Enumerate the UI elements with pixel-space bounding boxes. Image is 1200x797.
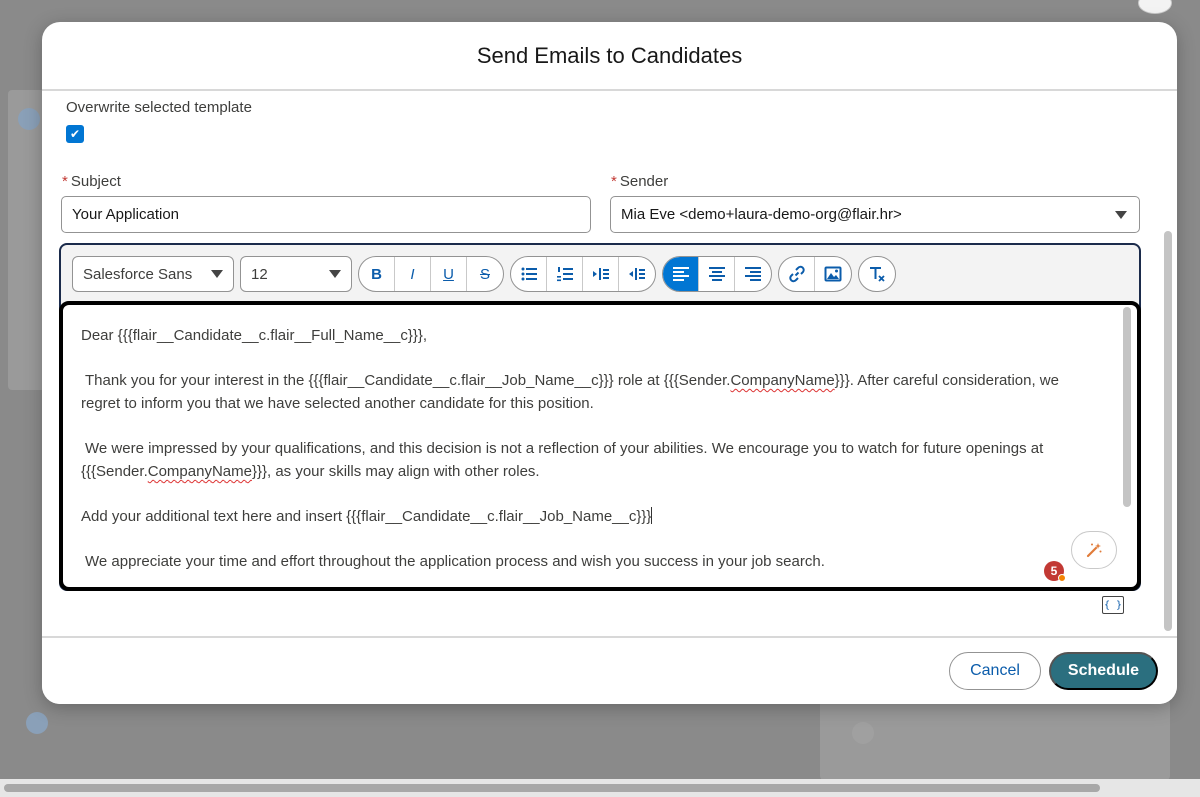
- sender-label-text: Sender: [619, 173, 669, 190]
- outdent-button[interactable]: [619, 257, 655, 291]
- editor-scrollbar[interactable]: [1123, 307, 1131, 507]
- rich-text-editor: Salesforce Sans 12 B I U S Dear {{{flair…: [59, 243, 1141, 591]
- italic-icon: I: [410, 265, 415, 283]
- sender-value: Mia Eve <demo+laura-demo-org@flair.hr>: [621, 206, 902, 223]
- subject-input[interactable]: Your Application: [61, 196, 591, 233]
- insert-link-button[interactable]: [779, 257, 815, 291]
- align-left-button[interactable]: [663, 257, 699, 291]
- align-center-button[interactable]: [699, 257, 735, 291]
- email-body-editor[interactable]: Dear {{{flair__Candidate__c.flair__Full_…: [59, 301, 1141, 591]
- text-style-group: B I U S: [358, 256, 504, 292]
- spellcheck-word[interactable]: CompanyName: [730, 372, 834, 389]
- italic-button[interactable]: I: [395, 257, 431, 291]
- bulleted-list-button[interactable]: [511, 257, 547, 291]
- chevron-down-icon: [329, 270, 341, 278]
- body-text: Add your additional text here and insert…: [81, 508, 652, 525]
- align-right-icon: [745, 267, 761, 281]
- font-size-value: 12: [251, 265, 268, 283]
- clear-formatting-button[interactable]: [859, 257, 895, 291]
- strikethrough-button[interactable]: S: [467, 257, 503, 291]
- body-text: }}}, as your skills may align with other…: [251, 463, 540, 480]
- send-emails-modal: Send Emails to Candidates Overwrite sele…: [42, 22, 1177, 704]
- insert-group: [778, 256, 852, 292]
- numbered-list-button[interactable]: [547, 257, 583, 291]
- body-paragraph: We appreciate your time and effort throu…: [85, 553, 825, 570]
- underline-icon: U: [443, 265, 454, 283]
- required-marker: *: [62, 173, 68, 190]
- image-icon: [824, 266, 842, 282]
- bold-icon: B: [371, 265, 382, 283]
- background-avatar: [852, 722, 874, 744]
- font-family-select[interactable]: Salesforce Sans: [72, 256, 234, 292]
- body-paragraph: We were impressed by your qualifications…: [81, 437, 1101, 483]
- chevron-down-icon: [1115, 211, 1127, 219]
- merge-field-icon: { }: [1103, 599, 1123, 611]
- clear-formatting-icon: [870, 267, 885, 282]
- magic-wand-icon: [1086, 543, 1102, 558]
- body-paragraph: Thank you for your interest in the {{{fl…: [81, 369, 1101, 415]
- align-left-icon: [672, 267, 689, 281]
- modal-header: Send Emails to Candidates: [42, 22, 1177, 91]
- merge-field-button[interactable]: { }: [1102, 596, 1124, 614]
- email-body-text: Dear {{{flair__Candidate__c.flair__Full_…: [81, 324, 1101, 587]
- background-avatar: [18, 108, 40, 130]
- sender-select[interactable]: Mia Eve <demo+laura-demo-org@flair.hr>: [610, 196, 1140, 233]
- indent-icon: [592, 268, 609, 280]
- bulleted-list-icon: [521, 267, 537, 281]
- chevron-down-icon: [211, 270, 223, 278]
- insert-image-button[interactable]: [815, 257, 851, 291]
- align-center-icon: [708, 267, 725, 281]
- body-text: Thank you for your interest in the {{{fl…: [85, 372, 731, 389]
- page-horizontal-scrollbar[interactable]: [0, 779, 1200, 797]
- subject-label: * Subject: [62, 173, 121, 190]
- notification-badge[interactable]: 5: [1044, 561, 1066, 582]
- underline-button[interactable]: U: [431, 257, 467, 291]
- bold-button[interactable]: B: [359, 257, 395, 291]
- cancel-button[interactable]: Cancel: [949, 652, 1041, 690]
- schedule-button[interactable]: Schedule: [1049, 652, 1158, 690]
- link-icon: [788, 265, 805, 283]
- font-size-select[interactable]: 12: [240, 256, 352, 292]
- modal-body: Overwrite selected template ✔ * Subject Y…: [42, 91, 1177, 636]
- subject-value: Your Application: [72, 206, 180, 223]
- indent-button[interactable]: [583, 257, 619, 291]
- body-paragraph: Dear {{{flair__Candidate__c.flair__Full_…: [81, 327, 428, 344]
- subject-label-text: Subject: [70, 173, 121, 190]
- list-indent-group: [510, 256, 656, 292]
- overwrite-template-checkbox[interactable]: ✔: [66, 125, 84, 143]
- modal-body-scrollbar[interactable]: [1164, 231, 1172, 631]
- numbered-list-icon: [556, 267, 573, 282]
- strikethrough-icon: S: [479, 265, 490, 283]
- body-paragraph: Add your additional text here and insert…: [81, 505, 1101, 528]
- modal-title: Send Emails to Candidates: [476, 42, 743, 68]
- align-right-button[interactable]: [735, 257, 771, 291]
- font-family-value: Salesforce Sans: [83, 265, 193, 283]
- text-cursor: [651, 507, 653, 524]
- status-dot-icon: [1058, 574, 1066, 582]
- checkmark-icon: ✔: [69, 127, 81, 141]
- required-marker: *: [611, 173, 617, 190]
- notification-count: 5: [1050, 564, 1058, 578]
- editor-toolbar: Salesforce Sans 12 B I U S: [61, 245, 1139, 303]
- page-scrollbar-thumb[interactable]: [4, 784, 1100, 792]
- clear-format-group: [858, 256, 896, 292]
- outdent-icon: [629, 268, 645, 280]
- overwrite-template-label: Overwrite selected template: [66, 99, 252, 116]
- sender-label: * Sender: [611, 173, 668, 190]
- alignment-group: [662, 256, 772, 292]
- ai-assist-button[interactable]: [1071, 531, 1117, 569]
- background-panel: [820, 700, 1170, 780]
- spellcheck-word[interactable]: CompanyName: [148, 463, 252, 480]
- background-avatar: [26, 712, 48, 734]
- modal-footer: Cancel Schedule: [42, 636, 1177, 704]
